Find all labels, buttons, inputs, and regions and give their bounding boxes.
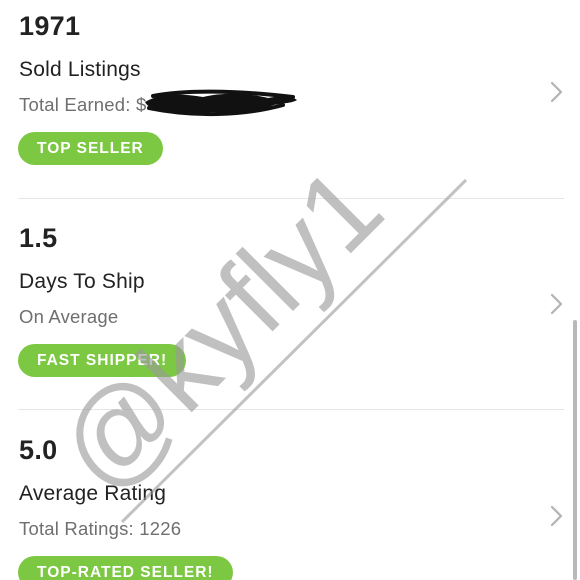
scrollbar[interactable] <box>573 320 577 580</box>
on-average-label: On Average <box>19 306 119 327</box>
sold-listings-title: Sold Listings <box>19 58 141 81</box>
days-to-ship-value: 1.5 <box>19 223 58 253</box>
chevron-right-icon[interactable] <box>550 293 564 315</box>
average-rating-value: 5.0 <box>19 435 58 465</box>
redaction-scribble <box>145 89 297 117</box>
stat-row-days-to-ship[interactable]: 1.5 Days To Ship On Average FAST SHIPPER… <box>0 199 564 409</box>
average-rating-title: Average Rating <box>19 482 167 505</box>
total-ratings-label: Total Ratings: 1226 <box>19 518 182 539</box>
chevron-right-icon[interactable] <box>550 81 564 103</box>
days-to-ship-title: Days To Ship <box>19 270 145 293</box>
stat-row-average-rating[interactable]: 5.0 Average Rating Total Ratings: 1226 T… <box>0 410 564 580</box>
total-earned-label: Total Earned: $ <box>19 94 147 115</box>
seller-stats-screen: 1971 Sold Listings Total Earned: $ TOP S… <box>0 0 580 580</box>
sold-listings-count: 1971 <box>19 11 81 41</box>
top-rated-seller-badge: TOP-RATED SELLER! <box>18 556 233 580</box>
chevron-right-icon[interactable] <box>550 505 564 527</box>
fast-shipper-badge: FAST SHIPPER! <box>18 344 187 377</box>
top-seller-badge: TOP SELLER <box>18 132 163 165</box>
